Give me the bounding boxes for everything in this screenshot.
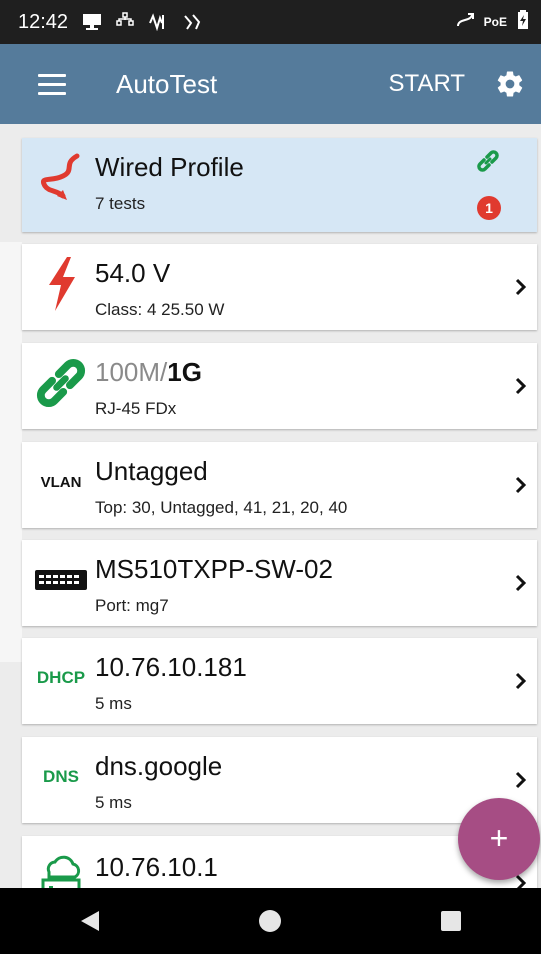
link-media-duplex: RJ-45 FDx bbox=[95, 399, 177, 418]
poe-indicator: PoE bbox=[483, 15, 507, 29]
add-fab-button[interactable]: + bbox=[458, 798, 540, 880]
network-usage-icon bbox=[116, 12, 134, 32]
gear-icon[interactable] bbox=[495, 69, 525, 99]
chevron-right-icon bbox=[515, 377, 527, 395]
dns-card[interactable]: DNS dns.google 5 ms bbox=[22, 737, 537, 823]
system-nav-bar bbox=[0, 888, 541, 954]
gateway-address: 10.76.10.1 bbox=[95, 852, 218, 882]
home-icon[interactable] bbox=[240, 901, 300, 941]
wired-cable-icon bbox=[30, 150, 92, 206]
link-status-icon bbox=[475, 148, 501, 174]
side-panel-edge bbox=[0, 242, 22, 662]
dhcp-card[interactable]: DHCP 10.76.10.181 5 ms bbox=[22, 638, 537, 724]
lightning-icon bbox=[30, 256, 92, 312]
chevron-right-icon bbox=[515, 672, 527, 690]
switch-icon bbox=[30, 552, 92, 608]
dhcp-icon: DHCP bbox=[36, 668, 86, 687]
start-button[interactable]: START bbox=[389, 70, 465, 98]
vlan-title: Untagged bbox=[95, 456, 208, 486]
link-card[interactable]: 100M/1G RJ-45 FDx bbox=[22, 343, 537, 429]
chevron-right-icon bbox=[515, 574, 527, 592]
switch-card[interactable]: MS510TXPP-SW-02 Port: mg7 bbox=[22, 540, 537, 626]
status-time: 12:42 bbox=[18, 10, 69, 33]
chevron-right-icon bbox=[515, 278, 527, 296]
switch-name: MS510TXPP-SW-02 bbox=[95, 554, 333, 584]
status-bar: 12:42 PoE bbox=[0, 0, 541, 44]
dhcp-time: 5 ms bbox=[95, 694, 132, 713]
poe-card[interactable]: 54.0 V Class: 4 25.50 W bbox=[22, 244, 537, 330]
chevron-right-icon bbox=[515, 771, 527, 789]
profile-title: Wired Profile bbox=[95, 152, 244, 182]
monitor-icon bbox=[82, 13, 102, 31]
sync-arrows-icon bbox=[182, 13, 202, 31]
chevron-right-icon bbox=[515, 476, 527, 494]
dhcp-address: 10.76.10.181 bbox=[95, 652, 247, 682]
profile-subtitle: 7 tests bbox=[95, 194, 146, 213]
signal-wave-icon bbox=[148, 13, 168, 31]
recents-icon[interactable] bbox=[421, 901, 481, 941]
dns-icon: DNS bbox=[43, 767, 79, 786]
battery-icon bbox=[517, 9, 529, 35]
warning-badge: 1 bbox=[477, 196, 501, 220]
poe-class-power: Class: 4 25.50 W bbox=[95, 300, 225, 319]
link-speed-advertised: 100M/ bbox=[95, 357, 168, 387]
page-title: AutoTest bbox=[116, 68, 218, 99]
poe-voltage: 54.0 V bbox=[95, 258, 171, 288]
dns-time: 5 ms bbox=[95, 793, 132, 812]
app-bar: AutoTest START bbox=[0, 44, 541, 124]
link-icon bbox=[30, 355, 92, 411]
dns-server: dns.google bbox=[95, 751, 223, 781]
profile-card[interactable]: Wired Profile 7 tests 1 bbox=[22, 138, 537, 232]
vlan-icon: VLAN bbox=[40, 473, 82, 491]
menu-icon[interactable] bbox=[38, 73, 66, 95]
link-speed: 100M/1G bbox=[95, 357, 202, 388]
switch-port: Port: mg7 bbox=[95, 596, 169, 615]
vlan-top-list: Top: 30, Untagged, 41, 21, 20, 40 bbox=[95, 498, 348, 517]
vlan-card[interactable]: VLAN Untagged Top: 30, Untagged, 41, 21,… bbox=[22, 442, 537, 528]
back-icon[interactable] bbox=[60, 901, 120, 941]
cable-icon bbox=[456, 12, 474, 33]
link-speed-actual: 1G bbox=[167, 357, 202, 387]
